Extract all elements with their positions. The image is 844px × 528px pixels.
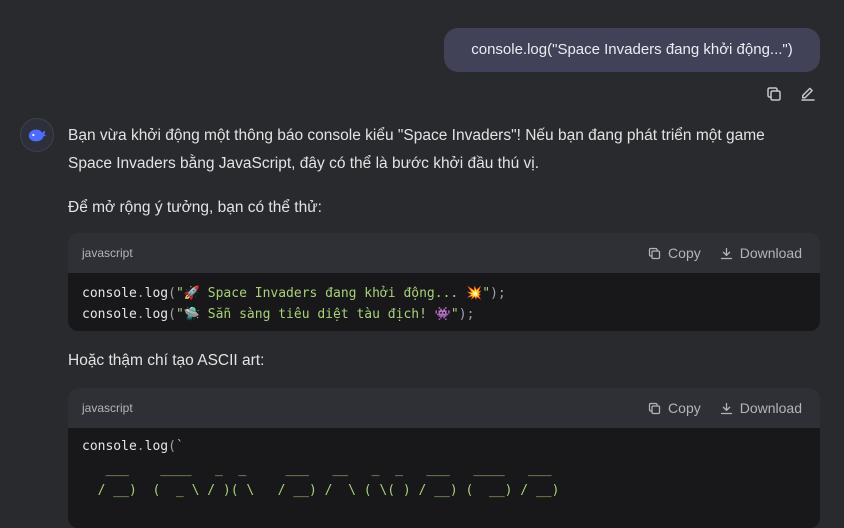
code-block-header: javascript Copy Download xyxy=(68,388,820,428)
code-block-header: javascript Copy Download xyxy=(68,233,820,273)
copy-icon xyxy=(648,247,661,259)
copy-icon xyxy=(648,402,661,414)
download-code-button[interactable]: Download xyxy=(719,245,802,261)
copy-message-button[interactable] xyxy=(764,84,784,104)
copy-code-button[interactable]: Copy xyxy=(647,400,701,416)
code-language-label: javascript xyxy=(82,246,133,260)
code-line: console.log("🛸 Sẵn sàng tiêu diệt tàu đị… xyxy=(82,307,475,322)
download-code-button[interactable]: Download xyxy=(719,400,802,416)
assistant-paragraph-suggestion: Để mở rộng ý tưởng, bạn có thể thử: xyxy=(68,199,322,216)
code-content: console.log("🚀 Space Invaders đang khởi … xyxy=(68,273,820,331)
copy-code-button[interactable]: Copy xyxy=(647,245,701,261)
whale-icon xyxy=(28,129,46,142)
edit-message-button[interactable] xyxy=(798,84,818,104)
code-block-1: javascript Copy Download console.log("🚀 … xyxy=(68,233,820,331)
download-label: Download xyxy=(739,400,802,416)
download-icon xyxy=(720,402,732,414)
ascii-art-line: ___ ____ _ _ ___ __ _ _ ___ ____ ___ xyxy=(82,462,552,477)
code-block-2: javascript Copy Download console.log(` _… xyxy=(68,388,820,528)
code-language-label: javascript xyxy=(82,401,133,415)
copy-label: Copy xyxy=(668,245,701,261)
user-message-bubble: console.log("Space Invaders đang khởi độ… xyxy=(444,28,820,72)
copy-icon xyxy=(767,87,781,101)
code-line: console.log("🚀 Space Invaders đang khởi … xyxy=(82,286,506,301)
edit-icon xyxy=(801,87,815,101)
download-label: Download xyxy=(739,245,802,261)
copy-label: Copy xyxy=(668,400,701,416)
assistant-paragraph-intro: Bạn vừa khởi động một thông báo console … xyxy=(68,127,765,172)
assistant-avatar xyxy=(20,118,54,152)
code-line: console.log(` xyxy=(82,439,184,454)
assistant-paragraph-ascii: Hoặc thậm chí tạo ASCII art: xyxy=(68,352,265,369)
download-icon xyxy=(720,247,732,259)
message-actions xyxy=(764,84,818,104)
code-content: console.log(` ___ ____ _ _ ___ __ _ _ __… xyxy=(68,428,820,509)
